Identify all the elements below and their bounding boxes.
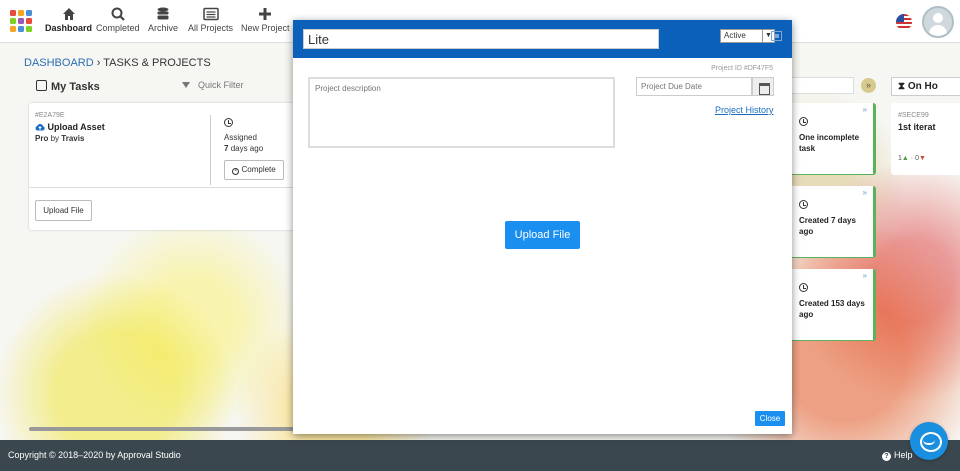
modal-header: Active ▼ (293, 20, 792, 58)
project-card-status: Created 153 days ago (799, 299, 865, 319)
project-id-label: Project ID #DF47F5 (711, 65, 773, 72)
cloud-upload-icon (35, 124, 45, 131)
clock-icon (224, 118, 233, 127)
breadcrumb-dashboard[interactable]: DASHBOARD (24, 57, 94, 69)
clock-icon (799, 200, 808, 209)
help-label: Help (894, 450, 913, 460)
search-icon (111, 7, 125, 21)
breadcrumb-current: TASKS & PROJECTS (103, 57, 211, 69)
project-card[interactable]: » One incomplete task (792, 103, 876, 175)
copyright-text: Copyright © 2018–2020 by Approval Studio (8, 450, 181, 460)
project-description-field[interactable] (308, 77, 615, 148)
home-icon (62, 8, 75, 20)
project-history-link[interactable]: Project History (715, 105, 774, 115)
nav-archive[interactable]: Archive (148, 5, 178, 33)
project-card-status: Created 7 days ago (799, 216, 856, 236)
project-id: #SECE99 (898, 112, 929, 119)
chevron-down-icon[interactable]: » (863, 188, 867, 197)
card-separator (29, 187, 319, 188)
close-circle-icon: × (232, 168, 240, 175)
card-divider (210, 115, 211, 185)
clock-icon (799, 283, 808, 292)
quick-filter-placeholder: Quick Filter (198, 80, 244, 90)
task-id: #E2A79E (35, 112, 65, 119)
vote-separator: · (910, 155, 914, 162)
chevron-down-icon[interactable]: » (861, 78, 876, 93)
quick-filter[interactable]: Quick Filter (182, 80, 244, 90)
complete-button-label: Complete (241, 165, 276, 174)
status-select[interactable]: Active (720, 29, 763, 43)
upload-file-button[interactable]: Upload File (505, 221, 580, 249)
vote-counts: 1▲ · 0▼ (898, 155, 926, 162)
breadcrumb: DASHBOARD › TASKS & PROJECTS (24, 57, 211, 69)
my-tasks-heading: My Tasks (36, 80, 100, 93)
project-card[interactable]: » Created 7 days ago (792, 186, 876, 258)
plus-icon (259, 8, 272, 20)
project-card[interactable]: » Created 153 days ago (792, 269, 876, 341)
task-project: Pro (35, 134, 49, 143)
project-title-input[interactable] (303, 29, 659, 49)
task-age: 7 days ago (224, 143, 263, 154)
upload-file-button[interactable]: Upload File (35, 200, 92, 221)
nav-new-project[interactable]: New Project (241, 5, 290, 33)
minimize-icon[interactable] (771, 31, 782, 41)
task-user: Travis (61, 134, 85, 143)
project-due-date-field[interactable] (636, 77, 752, 96)
my-tasks-label: My Tasks (51, 81, 100, 93)
project-card-status: One incomplete task (799, 133, 860, 153)
clock-icon (799, 117, 808, 126)
nav-label: Dashboard (45, 23, 93, 33)
task-title-text: Upload Asset (47, 122, 105, 132)
nav-label: Completed (96, 23, 140, 33)
project-modal: Active ▼ Project ID #DF47F5 Project Hist… (293, 20, 792, 434)
task-age-unit: days ago (230, 144, 264, 153)
project-title: 1st iterat (898, 122, 936, 132)
task-by: by (50, 134, 60, 143)
task-title: Upload Asset (35, 122, 105, 132)
database-icon (157, 7, 169, 20)
tasks-icon (36, 80, 47, 91)
nav-dashboard[interactable]: Dashboard (45, 5, 92, 33)
task-status: Assigned 7 days ago (224, 132, 263, 154)
nav-label: All Projects (188, 23, 234, 33)
task-status-label: Assigned (224, 133, 257, 142)
on-hold-project-card[interactable]: #SECE99 1st iterat 1▲ · 0▼ (891, 103, 960, 175)
thumbs-down-icon: ▼ (919, 155, 926, 162)
chevron-down-icon[interactable]: » (863, 271, 867, 280)
help-link[interactable]: ? Help (882, 450, 913, 461)
thumbs-up-icon: ▲ (901, 155, 909, 162)
list-icon (202, 7, 219, 21)
hourglass-icon: ⧗ (898, 81, 906, 92)
nav-label: New Project (241, 23, 290, 33)
calendar-icon[interactable] (752, 77, 774, 96)
us-flag-icon[interactable] (896, 14, 912, 30)
question-icon: ? (882, 452, 891, 461)
nav-completed[interactable]: Completed (96, 5, 140, 33)
chat-bubble-icon[interactable] (910, 422, 948, 460)
horizontal-scrollbar[interactable] (29, 427, 294, 431)
footer: Copyright © 2018–2020 by Approval Studio… (0, 440, 960, 471)
task-meta: Pro by Travis (35, 134, 84, 143)
app-logo[interactable] (10, 10, 32, 32)
nav-label: Archive (148, 23, 179, 33)
task-age-value: 7 (224, 144, 229, 153)
nav-all-projects[interactable]: All Projects (188, 5, 233, 33)
user-avatar[interactable] (922, 6, 954, 38)
task-card[interactable]: #E2A79E Upload Asset Pro by Travis Assig… (29, 103, 319, 230)
project-search-input[interactable] (790, 77, 854, 94)
complete-button[interactable]: × Complete (224, 160, 284, 180)
on-hold-label: On Ho (907, 81, 938, 92)
close-button[interactable]: Close (755, 411, 785, 426)
filter-icon (182, 82, 190, 88)
chevron-down-icon[interactable]: » (863, 105, 867, 114)
on-hold-column-header[interactable]: ⧗ On Ho (891, 77, 960, 96)
